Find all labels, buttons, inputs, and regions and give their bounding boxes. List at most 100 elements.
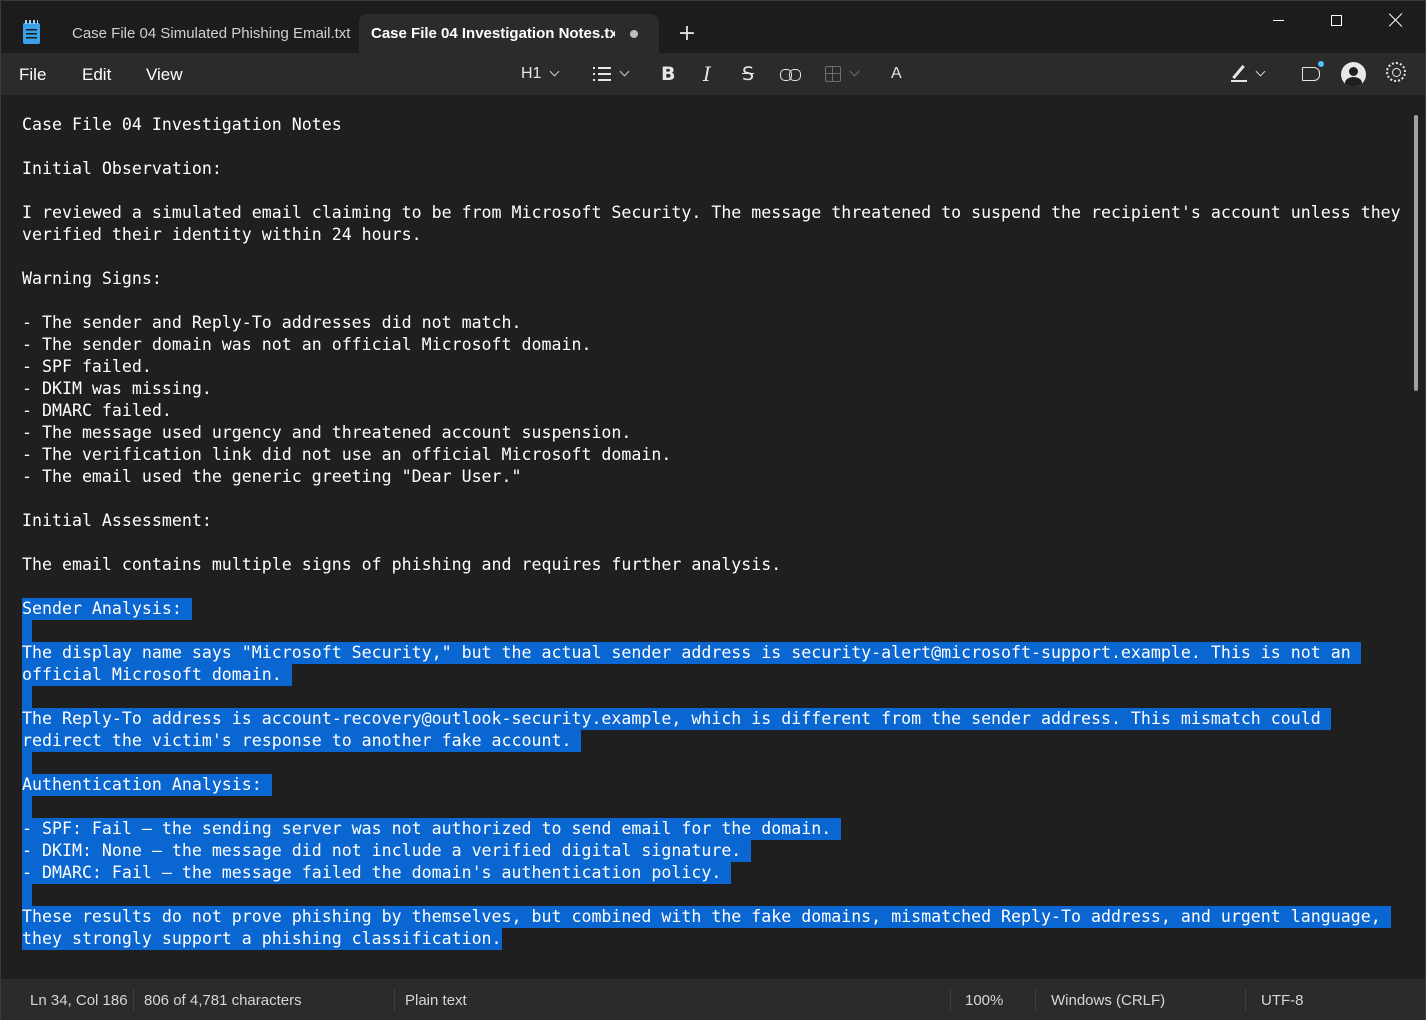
text-line[interactable]: The Reply-To address is account-recovery… bbox=[22, 708, 1412, 730]
text-line[interactable]: Sender Analysis: bbox=[22, 598, 1412, 620]
text-line[interactable] bbox=[22, 532, 1412, 554]
line-ending[interactable]: Windows (CRLF) bbox=[1051, 992, 1165, 1009]
chevron-down-icon bbox=[1255, 66, 1266, 77]
selected-text bbox=[22, 796, 32, 818]
zoom-level[interactable]: 100% bbox=[965, 992, 1003, 1009]
separator bbox=[1035, 989, 1036, 1011]
line-text: Initial Assessment: bbox=[22, 511, 212, 530]
menu-edit[interactable]: Edit bbox=[82, 65, 111, 85]
text-line[interactable] bbox=[22, 246, 1412, 268]
text-line[interactable]: - The sender and Reply-To addresses did … bbox=[22, 312, 1412, 334]
text-line[interactable]: The email contains multiple signs of phi… bbox=[22, 554, 1412, 576]
spellcheck-button[interactable]: A bbox=[891, 61, 902, 87]
link-button[interactable] bbox=[780, 61, 801, 87]
notepad-app-icon bbox=[23, 20, 40, 44]
separator bbox=[950, 989, 951, 1011]
line-text: - The sender and Reply-To addresses did … bbox=[22, 313, 522, 332]
text-line[interactable]: - DMARC: Fail — the message failed the d… bbox=[22, 862, 1412, 884]
heading-dropdown[interactable]: H1 bbox=[521, 61, 560, 87]
text-line[interactable]: Warning Signs: bbox=[22, 268, 1412, 290]
vertical-scrollbar[interactable] bbox=[1414, 115, 1418, 391]
close-icon bbox=[1389, 13, 1403, 27]
close-button[interactable] bbox=[1367, 1, 1425, 39]
encoding[interactable]: UTF-8 bbox=[1261, 992, 1304, 1009]
strikethrough-button[interactable]: S bbox=[742, 61, 754, 87]
text-line[interactable]: verified their identity within 24 hours. bbox=[22, 224, 1412, 246]
selected-text: official Microsoft domain. bbox=[22, 664, 292, 686]
text-line[interactable]: - The email used the generic greeting "D… bbox=[22, 466, 1412, 488]
list-dropdown[interactable] bbox=[593, 61, 630, 87]
link-icon bbox=[780, 69, 801, 81]
text-line[interactable]: Initial Assessment: bbox=[22, 510, 1412, 532]
minimize-button[interactable] bbox=[1249, 1, 1307, 39]
line-text: - The sender domain was not an official … bbox=[22, 335, 592, 354]
chevron-down-icon bbox=[849, 66, 860, 77]
selected-text bbox=[22, 752, 32, 774]
line-text: - The verification link did not use an o… bbox=[22, 445, 672, 464]
heading-label: H1 bbox=[521, 65, 542, 82]
selected-text: The display name says "Microsoft Securit… bbox=[22, 642, 1361, 664]
tab-simulated-phishing-email[interactable]: Case File 04 Simulated Phishing Email.tx… bbox=[57, 14, 355, 53]
text-line[interactable]: redirect the victim's response to anothe… bbox=[22, 730, 1412, 752]
line-text: Case File 04 Investigation Notes bbox=[22, 115, 342, 134]
text-line[interactable]: - DMARC failed. bbox=[22, 400, 1412, 422]
tab-investigation-notes[interactable]: Case File 04 Investigation Notes.txt bbox=[359, 14, 659, 53]
text-line[interactable] bbox=[22, 620, 1412, 642]
bold-button[interactable]: B bbox=[661, 61, 675, 87]
text-line[interactable] bbox=[22, 576, 1412, 598]
text-line[interactable]: Authentication Analysis: bbox=[22, 774, 1412, 796]
pen-sparkle-icon bbox=[1231, 66, 1247, 82]
text-line[interactable] bbox=[22, 686, 1412, 708]
text-format[interactable]: Plain text bbox=[405, 992, 467, 1009]
account-avatar[interactable] bbox=[1341, 62, 1366, 87]
text-line[interactable]: Case File 04 Investigation Notes bbox=[22, 114, 1412, 136]
text-line[interactable]: - DKIM was missing. bbox=[22, 378, 1412, 400]
text-line[interactable]: These results do not prove phishing by t… bbox=[22, 906, 1412, 928]
text-line[interactable]: - The message used urgency and threatene… bbox=[22, 422, 1412, 444]
text-line[interactable]: I reviewed a simulated email claiming to… bbox=[22, 202, 1412, 224]
text-line[interactable] bbox=[22, 796, 1412, 818]
menu-file[interactable]: File bbox=[19, 65, 46, 85]
text-line[interactable] bbox=[22, 488, 1412, 510]
text-line[interactable] bbox=[22, 752, 1412, 774]
text-line[interactable] bbox=[22, 290, 1412, 312]
menu-view[interactable]: View bbox=[146, 65, 183, 85]
character-count: 806 of 4,781 characters bbox=[144, 992, 302, 1009]
unsaved-dot-icon[interactable] bbox=[630, 30, 638, 38]
text-line[interactable]: - The sender domain was not an official … bbox=[22, 334, 1412, 356]
status-bar: Ln 34, Col 186 806 of 4,781 characters P… bbox=[1, 979, 1425, 1020]
text-line[interactable]: official Microsoft domain. bbox=[22, 664, 1412, 686]
megaphone-icon bbox=[1302, 67, 1320, 81]
text-line[interactable]: The display name says "Microsoft Securit… bbox=[22, 642, 1412, 664]
text-line[interactable]: - SPF: Fail — the sending server was not… bbox=[22, 818, 1412, 840]
maximize-button[interactable] bbox=[1307, 1, 1365, 39]
maximize-icon bbox=[1330, 14, 1342, 26]
tab-label: Case File 04 Investigation Notes.txt bbox=[371, 25, 615, 42]
new-tab-button[interactable]: + bbox=[676, 21, 698, 47]
text-line[interactable]: - The verification link did not use an o… bbox=[22, 444, 1412, 466]
selected-text: Sender Analysis: bbox=[22, 598, 192, 620]
copilot-rewrite-dropdown[interactable] bbox=[1231, 61, 1266, 87]
spellcheck-icon: A bbox=[891, 65, 902, 82]
document-text[interactable]: Case File 04 Investigation Notes Initial … bbox=[22, 114, 1412, 950]
text-line[interactable]: - DKIM: None — the message did not inclu… bbox=[22, 840, 1412, 862]
text-line[interactable]: - SPF failed. bbox=[22, 356, 1412, 378]
settings-gear-icon[interactable] bbox=[1386, 62, 1406, 82]
selected-text: they strongly support a phishing classif… bbox=[22, 928, 502, 950]
text-editor[interactable]: Case File 04 Investigation Notes Initial … bbox=[1, 95, 1425, 979]
text-line[interactable]: Initial Observation: bbox=[22, 158, 1412, 180]
table-icon bbox=[825, 66, 841, 82]
table-dropdown[interactable] bbox=[825, 61, 860, 87]
selected-text: These results do not prove phishing by t… bbox=[22, 906, 1391, 928]
minimize-icon bbox=[1272, 19, 1284, 21]
italic-button[interactable]: I bbox=[703, 61, 711, 87]
line-text: - DKIM was missing. bbox=[22, 379, 212, 398]
selected-text: - DKIM: None — the message did not inclu… bbox=[22, 840, 752, 862]
cursor-position[interactable]: Ln 34, Col 186 bbox=[30, 992, 128, 1009]
text-line[interactable] bbox=[22, 180, 1412, 202]
text-line[interactable] bbox=[22, 884, 1412, 906]
text-line[interactable]: they strongly support a phishing classif… bbox=[22, 928, 1412, 950]
text-line[interactable] bbox=[22, 136, 1412, 158]
line-text: verified their identity within 24 hours. bbox=[22, 225, 422, 244]
separator bbox=[1245, 989, 1246, 1011]
